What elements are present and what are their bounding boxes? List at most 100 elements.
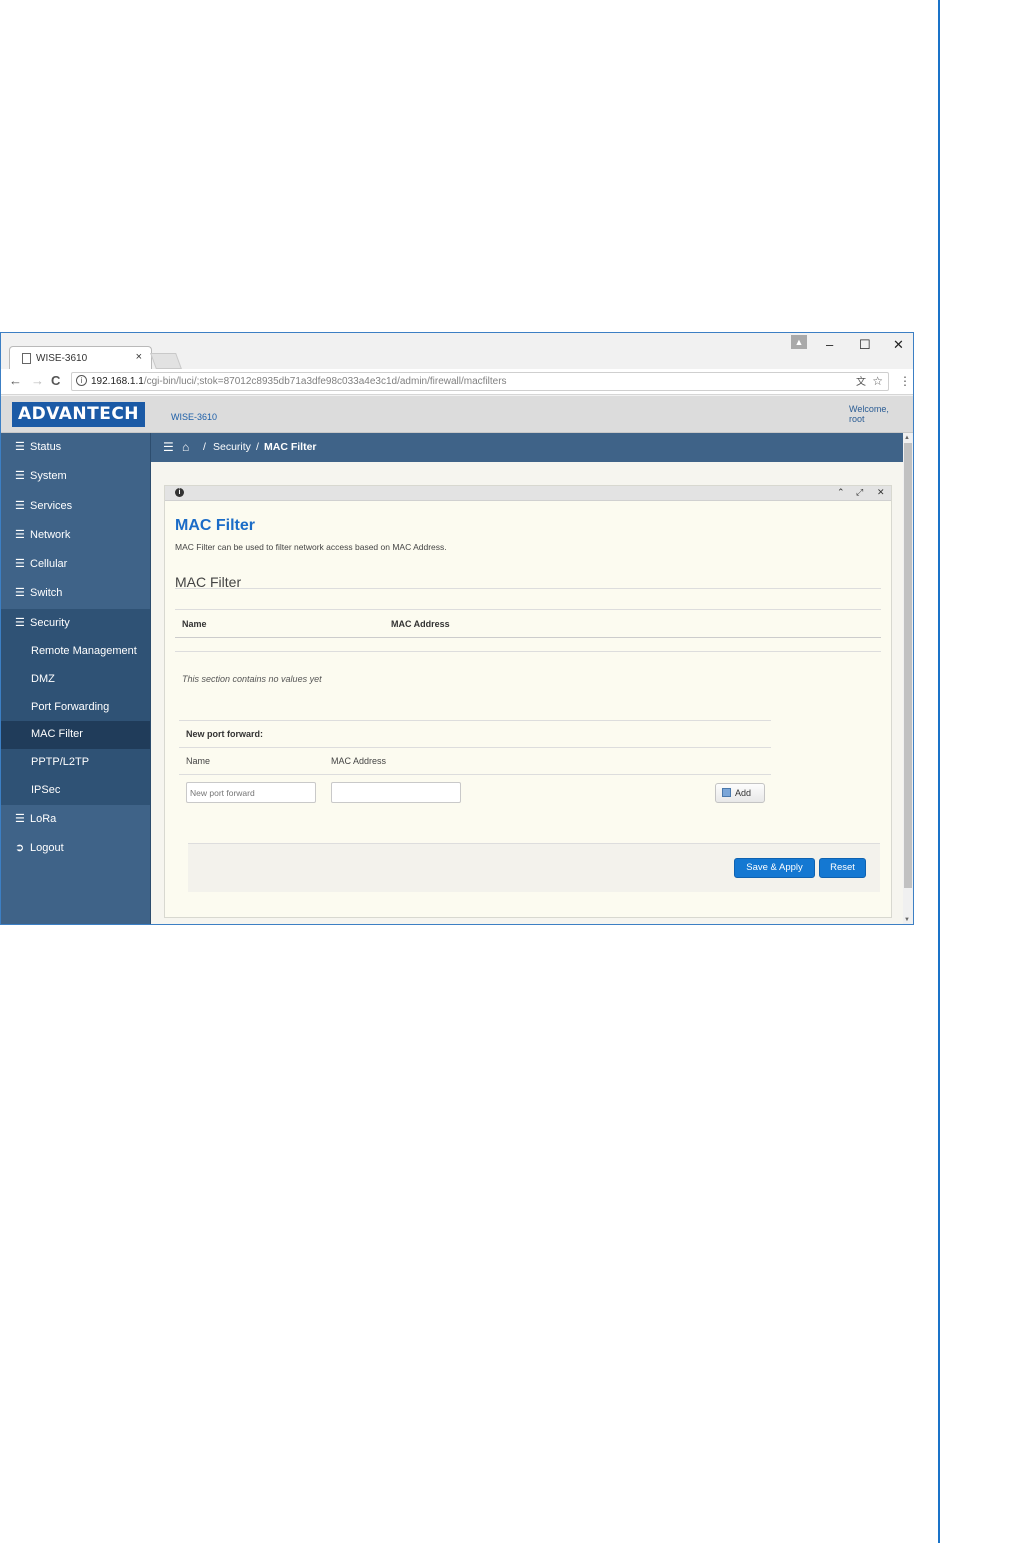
new-tab-button[interactable] — [150, 353, 182, 369]
tab-title: WISE-3610 — [36, 353, 88, 364]
sidebar-item-label: Services — [30, 499, 73, 512]
sidebar-item-services[interactable]: ☰ Services — [1, 492, 150, 521]
empty-section-note: This section contains no values yet — [182, 674, 322, 684]
page-description: MAC Filter can be used to filter network… — [175, 542, 447, 552]
app-header: ADVANTECH WISE-3610 Welcome, root — [1, 396, 913, 433]
router-app: ADVANTECH WISE-3610 Welcome, root ☰ Statu… — [1, 396, 913, 924]
divider — [175, 609, 881, 610]
url-host: 192.168.1.1 — [91, 376, 144, 387]
new-column-mac-address: MAC Address — [331, 756, 387, 766]
sidebar-item-status[interactable]: ☰ Status — [1, 433, 150, 462]
list-icon: ☰ — [15, 616, 25, 629]
sidebar-item-network[interactable]: ☰ Network — [1, 521, 150, 550]
page-scrollbar[interactable]: ▲ ▼ — [903, 433, 913, 924]
scroll-up-icon[interactable]: ▲ — [904, 435, 910, 441]
advantech-logo: ADVANTECH — [12, 402, 145, 427]
maximize-icon[interactable]: ☐ — [859, 337, 871, 353]
translate-icon[interactable]: 文 — [856, 374, 866, 391]
browser-window: WISE-3610 × ▲ – ☐ ✕ ← → C i 192.168.1.1/… — [0, 332, 914, 925]
scroll-down-icon[interactable]: ▼ — [904, 917, 910, 923]
sidebar-item-logout[interactable]: ➲ Logout — [1, 834, 150, 863]
name-input[interactable] — [186, 782, 316, 803]
divider — [175, 588, 881, 589]
sidebar-item-label: Status — [30, 441, 62, 453]
divider — [179, 774, 771, 775]
minimize-icon[interactable]: – — [826, 337, 833, 352]
divider — [175, 637, 881, 638]
sidebar-item-lora[interactable]: ☰ LoRa — [1, 805, 150, 834]
sidebar-subitem-mac-filter[interactable]: MAC Filter — [1, 721, 150, 750]
list-icon: ☰ — [15, 441, 25, 453]
home-icon[interactable]: ⌂ — [182, 433, 189, 462]
page-right-rule — [938, 0, 940, 1543]
list-icon: ☰ — [15, 587, 25, 600]
scrollbar-thumb[interactable] — [904, 443, 912, 888]
list-icon: ☰ — [15, 558, 25, 571]
breadcrumb-security[interactable]: Security — [213, 433, 251, 462]
panel-header: i ⌃ ⤢ ✕ — [165, 486, 891, 501]
table-header-mac-address: MAC Address — [391, 619, 450, 629]
tab-bar: WISE-3610 × ▲ – ☐ ✕ — [1, 333, 913, 370]
sidebar-item-switch[interactable]: ☰ Switch — [1, 579, 150, 608]
forward-icon[interactable]: → — [31, 373, 44, 388]
browser-tab[interactable]: WISE-3610 × — [9, 346, 152, 370]
address-bar[interactable]: i 192.168.1.1/cgi-bin/luci/;stok=87012c8… — [71, 372, 889, 391]
sidebar-subitem-port-forwarding[interactable]: Port Forwarding — [1, 693, 150, 722]
site-info-icon[interactable]: i — [76, 375, 87, 386]
breadcrumb-separator: / — [256, 441, 259, 453]
sidebar: ☰ Status ☰ System ☰ Services ☰ Network ☰ Cell… — [1, 433, 151, 924]
hamburger-icon[interactable]: ☰ — [163, 433, 174, 462]
sidebar-subitem-dmz[interactable]: DMZ — [1, 665, 150, 694]
menu-icon[interactable]: ⋮ — [899, 374, 911, 388]
close-panel-icon[interactable]: ✕ — [877, 487, 885, 498]
logout-icon: ➲ — [15, 842, 25, 855]
device-name: WISE-3610 — [171, 412, 218, 422]
divider — [179, 720, 771, 721]
welcome-text: Welcome, root — [849, 404, 889, 424]
sidebar-item-label: Logout — [30, 842, 64, 855]
new-column-name: Name — [186, 756, 211, 766]
list-icon: ☰ — [15, 470, 25, 483]
reload-icon[interactable]: C — [51, 373, 60, 388]
url-path: /cgi-bin/luci/;stok=87012c8935db71a3dfe9… — [143, 376, 507, 387]
sidebar-subitem-ipsec[interactable]: IPSec — [1, 777, 150, 805]
expand-icon[interactable]: ⤢ — [856, 487, 863, 498]
sidebar-item-security[interactable]: ☰ Security — [1, 608, 150, 639]
back-icon[interactable]: ← — [9, 373, 22, 388]
divider — [179, 747, 771, 748]
list-icon: ☰ — [15, 812, 25, 825]
mac-filter-panel: i ⌃ ⤢ ✕ MAC Filter MAC Filter can be use… — [164, 485, 892, 918]
form-footer: Save & Apply Reset — [188, 843, 880, 892]
breadcrumb: ☰ ⌂ / Security / MAC Filter — [151, 433, 903, 462]
tab-close-icon[interactable]: × — [136, 351, 142, 363]
add-button[interactable]: Add — [715, 783, 765, 803]
sidebar-item-label: Cellular — [30, 558, 68, 571]
url-text: 192.168.1.1/cgi-bin/luci/;stok=87012c893… — [91, 373, 507, 390]
sidebar-subitem-pptp-l2tp[interactable]: PPTP/L2TP — [1, 749, 150, 778]
add-icon — [722, 788, 731, 797]
list-icon: ☰ — [15, 499, 25, 512]
info-icon: i — [175, 488, 184, 497]
sidebar-item-label: Network — [30, 528, 71, 541]
sidebar-subitem-remote-management[interactable]: Remote Management — [1, 638, 150, 666]
breadcrumb-separator: / — [203, 441, 206, 453]
close-window-icon[interactable]: ✕ — [893, 337, 904, 353]
profile-icon[interactable]: ▲ — [791, 335, 807, 349]
new-entry-label: New port forward: — [186, 729, 264, 739]
breadcrumb-mac-filter: MAC Filter — [264, 441, 317, 453]
main-content: ☰ ⌂ / Security / MAC Filter i ⌃ ⤢ ✕ MAC … — [151, 433, 903, 924]
list-icon: ☰ — [15, 528, 25, 541]
collapse-icon[interactable]: ⌃ — [837, 487, 845, 498]
table-header-name: Name — [182, 619, 207, 629]
mac-address-input[interactable] — [331, 782, 461, 803]
star-icon[interactable]: ☆ — [872, 373, 883, 390]
browser-toolbar: ← → C i 192.168.1.1/cgi-bin/luci/;stok=8… — [1, 369, 913, 395]
sidebar-item-system[interactable]: ☰ System — [1, 462, 150, 491]
divider — [175, 651, 881, 652]
sidebar-item-cellular[interactable]: ☰ Cellular — [1, 550, 150, 579]
save-apply-button[interactable]: Save & Apply — [734, 858, 815, 878]
document-icon — [22, 353, 31, 364]
add-button-label: Add — [735, 788, 752, 798]
sidebar-item-label: Switch — [30, 587, 63, 600]
reset-button[interactable]: Reset — [819, 858, 866, 878]
